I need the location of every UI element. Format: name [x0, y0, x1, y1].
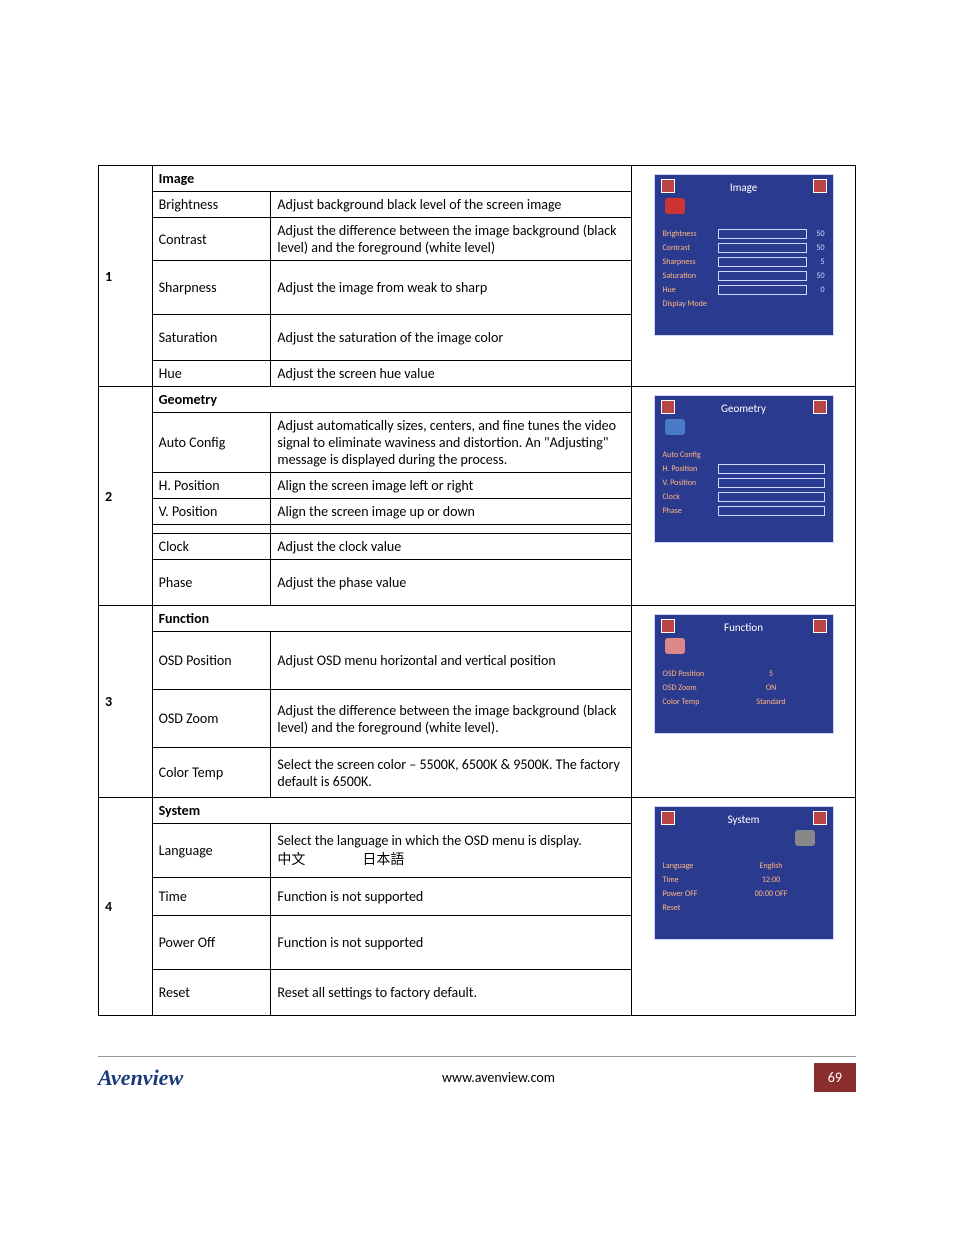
section-num-2: 2	[99, 387, 153, 606]
row-label: H. Position	[152, 473, 271, 499]
osd-title: System	[655, 807, 833, 828]
row-desc: Adjust the image from weak to sharp	[271, 261, 632, 315]
row-label: Language	[152, 824, 271, 878]
section-num-1: 1	[99, 166, 153, 387]
row-label: Color Temp	[152, 748, 271, 798]
row-label: Time	[152, 878, 271, 916]
row-desc: Adjust the difference between the image …	[271, 218, 632, 261]
row-desc: Adjust the difference between the image …	[271, 690, 632, 748]
row-label: Saturation	[152, 315, 271, 361]
osd-title: Image	[655, 175, 833, 196]
row-label: Phase	[152, 560, 271, 606]
row-desc: Select the screen color – 5500K, 6500K &…	[271, 748, 632, 798]
osd-settings-table: 1 Image Image Brightness50 Contrast50 Sh…	[98, 165, 856, 1016]
osd-icon	[665, 198, 685, 214]
brand-logo: Avenview	[98, 1065, 183, 1091]
row-desc: Function is not supported	[271, 878, 632, 916]
row-label	[152, 525, 271, 534]
osd-geometry-panel: Geometry Auto Config H. Position V. Posi…	[632, 387, 856, 606]
row-desc: Adjust background black level of the scr…	[271, 192, 632, 218]
row-desc: Adjust automatically sizes, centers, and…	[271, 413, 632, 473]
osd-function-panel: Function OSD Position5 OSD ZoomON Color …	[632, 606, 856, 798]
row-label: Reset	[152, 970, 271, 1016]
section-header-function: Function	[152, 606, 631, 632]
row-label: Power Off	[152, 916, 271, 970]
row-desc: Align the screen image up or down	[271, 499, 632, 525]
section-header-system: System	[152, 798, 631, 824]
osd-icon	[665, 638, 685, 654]
osd-icon	[795, 830, 815, 846]
osd-icon	[665, 419, 685, 435]
osd-system-panel: System LanguageEnglish Time12:00 Power O…	[632, 798, 856, 1016]
page-footer: Avenview www.avenview.com 69	[98, 1056, 856, 1092]
row-desc: Adjust OSD menu horizontal and vertical …	[271, 632, 632, 690]
row-desc	[271, 525, 632, 534]
osd-image-panel: Image Brightness50 Contrast50 Sharpness5…	[632, 166, 856, 387]
section-num-3: 3	[99, 606, 153, 798]
row-label: Contrast	[152, 218, 271, 261]
row-label: Auto Config	[152, 413, 271, 473]
section-header-image: Image	[152, 166, 631, 192]
row-label: OSD Zoom	[152, 690, 271, 748]
row-desc: Adjust the screen hue value	[271, 361, 632, 387]
row-desc: Function is not supported	[271, 916, 632, 970]
section-num-4: 4	[99, 798, 153, 1016]
row-label: Brightness	[152, 192, 271, 218]
row-label: Clock	[152, 534, 271, 560]
osd-title: Function	[655, 615, 833, 636]
row-desc: Reset all settings to factory default.	[271, 970, 632, 1016]
row-desc: Align the screen image left or right	[271, 473, 632, 499]
row-desc: Adjust the phase value	[271, 560, 632, 606]
row-desc: Select the language in which the OSD men…	[271, 824, 632, 878]
page-number: 69	[814, 1063, 856, 1092]
row-desc: Adjust the saturation of the image color	[271, 315, 632, 361]
footer-url: www.avenview.com	[183, 1069, 814, 1086]
row-label: Sharpness	[152, 261, 271, 315]
row-desc: Adjust the clock value	[271, 534, 632, 560]
osd-title: Geometry	[655, 396, 833, 417]
row-label: OSD Position	[152, 632, 271, 690]
section-header-geometry: Geometry	[152, 387, 631, 413]
row-label: Hue	[152, 361, 271, 387]
row-label: V. Position	[152, 499, 271, 525]
